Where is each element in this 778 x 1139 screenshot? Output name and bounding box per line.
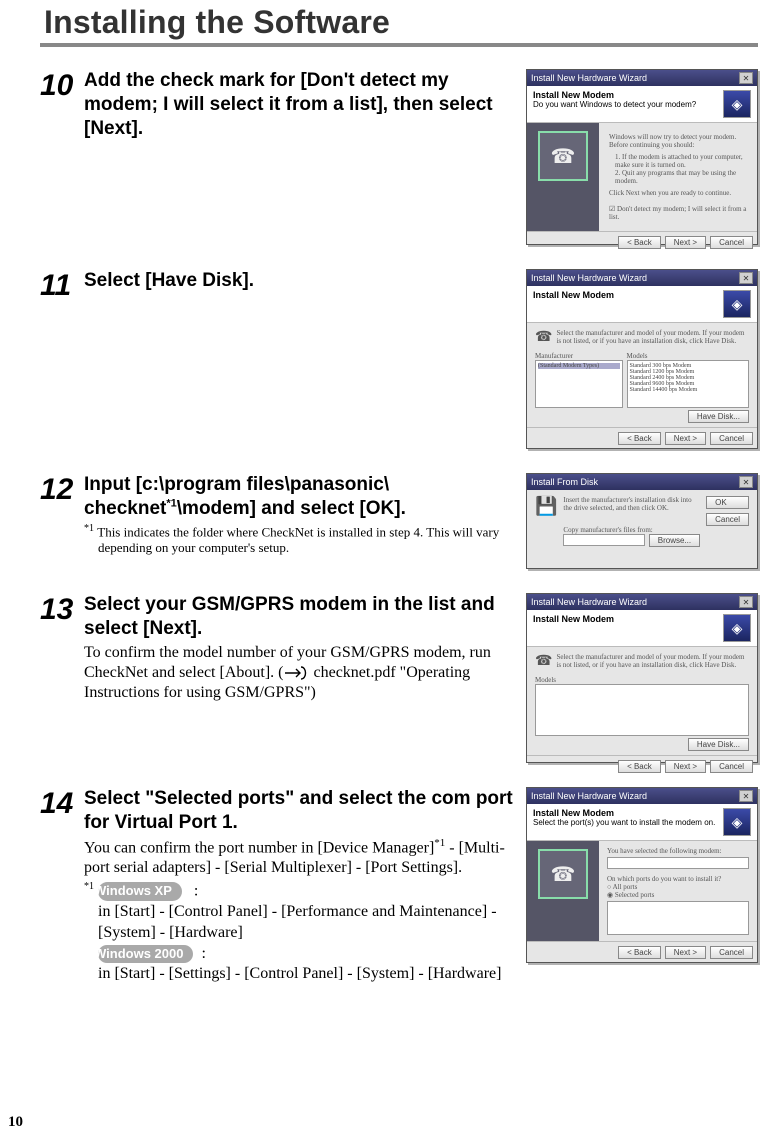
page-number: 10 — [8, 1114, 23, 1131]
wizard-head: Install New Modem — [533, 290, 614, 300]
pointer-icon — [283, 665, 309, 681]
wizard-logo-icon: ◈ — [723, 808, 751, 836]
have-disk-button: Have Disk... — [688, 738, 749, 751]
screenshot-wizard-14: Install New Hardware Wizard ✕ Install New… — [526, 787, 758, 963]
screenshot-wizard-11: Install New Hardware Wizard ✕ Install New… — [526, 269, 758, 449]
step-11: 11 Select [Have Disk]. Install New Hardw… — [40, 269, 758, 449]
cancel-button: Cancel — [710, 236, 753, 249]
wizard-titlebar: Install New Hardware Wizard — [531, 597, 647, 607]
step-number: 12 — [40, 473, 84, 505]
step-14: 14 Select "Selected ports" and select th… — [40, 787, 758, 985]
next-button: Next > — [665, 432, 706, 445]
wizard-side-image: ☎ — [538, 849, 588, 899]
next-button: Next > — [665, 760, 706, 773]
wizard-subhead: Do you want Windows to detect your modem… — [533, 100, 696, 109]
screenshot-wizard-10: Install New Hardware Wizard ✕ Install New… — [526, 69, 758, 245]
step-heading: Select [Have Disk]. — [84, 269, 516, 293]
step-footnote: *1 This indicates the folder where Check… — [84, 523, 516, 557]
wizard-head: Install New Modem — [533, 90, 696, 100]
step-heading: Input [c:\program files\panasonic\ check… — [84, 473, 516, 521]
back-button: < Back — [618, 946, 661, 959]
step-subtext: You can confirm the port number in [Devi… — [84, 837, 516, 878]
wizard-head: Install New Modem — [533, 808, 715, 818]
have-disk-button: Have Disk... — [688, 410, 749, 423]
wizard-logo-icon: ◈ — [723, 90, 751, 118]
screenshot-wizard-13: Install New Hardware Wizard ✕ Install New… — [526, 593, 758, 763]
ok-button: OK — [706, 496, 749, 509]
wizard-titlebar: Install From Disk — [531, 477, 598, 487]
step-12: 12 Input [c:\program files\panasonic\ ch… — [40, 473, 758, 569]
next-button: Next > — [665, 946, 706, 959]
windows-2000-path: in [Start] - [Settings] - [Control Panel… — [98, 965, 501, 982]
close-icon: ✕ — [739, 72, 753, 84]
cancel-button: Cancel — [710, 760, 753, 773]
step-footnote: *1 Windows XP : in [Start] - [Control Pa… — [84, 880, 516, 985]
next-button: Next > — [665, 236, 706, 249]
step-number: 14 — [40, 787, 84, 819]
back-button: < Back — [618, 760, 661, 773]
wizard-titlebar: Install New Hardware Wizard — [531, 791, 647, 801]
cancel-button: Cancel — [710, 432, 753, 445]
step-13: 13 Select your GSM/GPRS modem in the lis… — [40, 593, 758, 763]
wizard-logo-icon: ◈ — [723, 614, 751, 642]
wizard-logo-icon: ◈ — [723, 290, 751, 318]
step-heading: Select "Selected ports" and select the c… — [84, 787, 516, 835]
step-subtext: To confirm the model number of your GSM/… — [84, 643, 516, 703]
cancel-button: Cancel — [706, 513, 749, 526]
close-icon: ✕ — [739, 596, 753, 608]
wizard-head: Install New Modem — [533, 614, 614, 624]
close-icon: ✕ — [739, 790, 753, 802]
back-button: < Back — [618, 236, 661, 249]
windows-xp-path: in [Start] - [Control Panel] - [Performa… — [98, 903, 497, 941]
back-button: < Back — [618, 432, 661, 445]
wizard-side-image: ☎ — [538, 131, 588, 181]
windows-2000-badge: Windows 2000 — [98, 945, 193, 964]
step-heading: Add the check mark for [Don't detect my … — [84, 69, 516, 140]
step-number: 13 — [40, 593, 84, 625]
wizard-titlebar: Install New Hardware Wizard — [531, 73, 647, 83]
step-number: 11 — [40, 269, 84, 301]
step-10: 10 Add the check mark for [Don't detect … — [40, 69, 758, 245]
close-icon: ✕ — [739, 272, 753, 284]
step-number: 10 — [40, 69, 84, 101]
windows-xp-badge: Windows XP — [98, 882, 182, 901]
step-heading: Select your GSM/GPRS modem in the list a… — [84, 593, 516, 641]
page-title: Installing the Software — [40, 0, 758, 47]
close-icon: ✕ — [739, 476, 753, 488]
browse-button: Browse... — [649, 534, 700, 547]
wizard-checkbox-label: Don't detect my modem; I will select it … — [609, 205, 746, 221]
screenshot-dialog-12: Install From Disk✕ 💾 Insert the manufact… — [526, 473, 758, 569]
wizard-titlebar: Install New Hardware Wizard — [531, 273, 647, 283]
cancel-button: Cancel — [710, 946, 753, 959]
